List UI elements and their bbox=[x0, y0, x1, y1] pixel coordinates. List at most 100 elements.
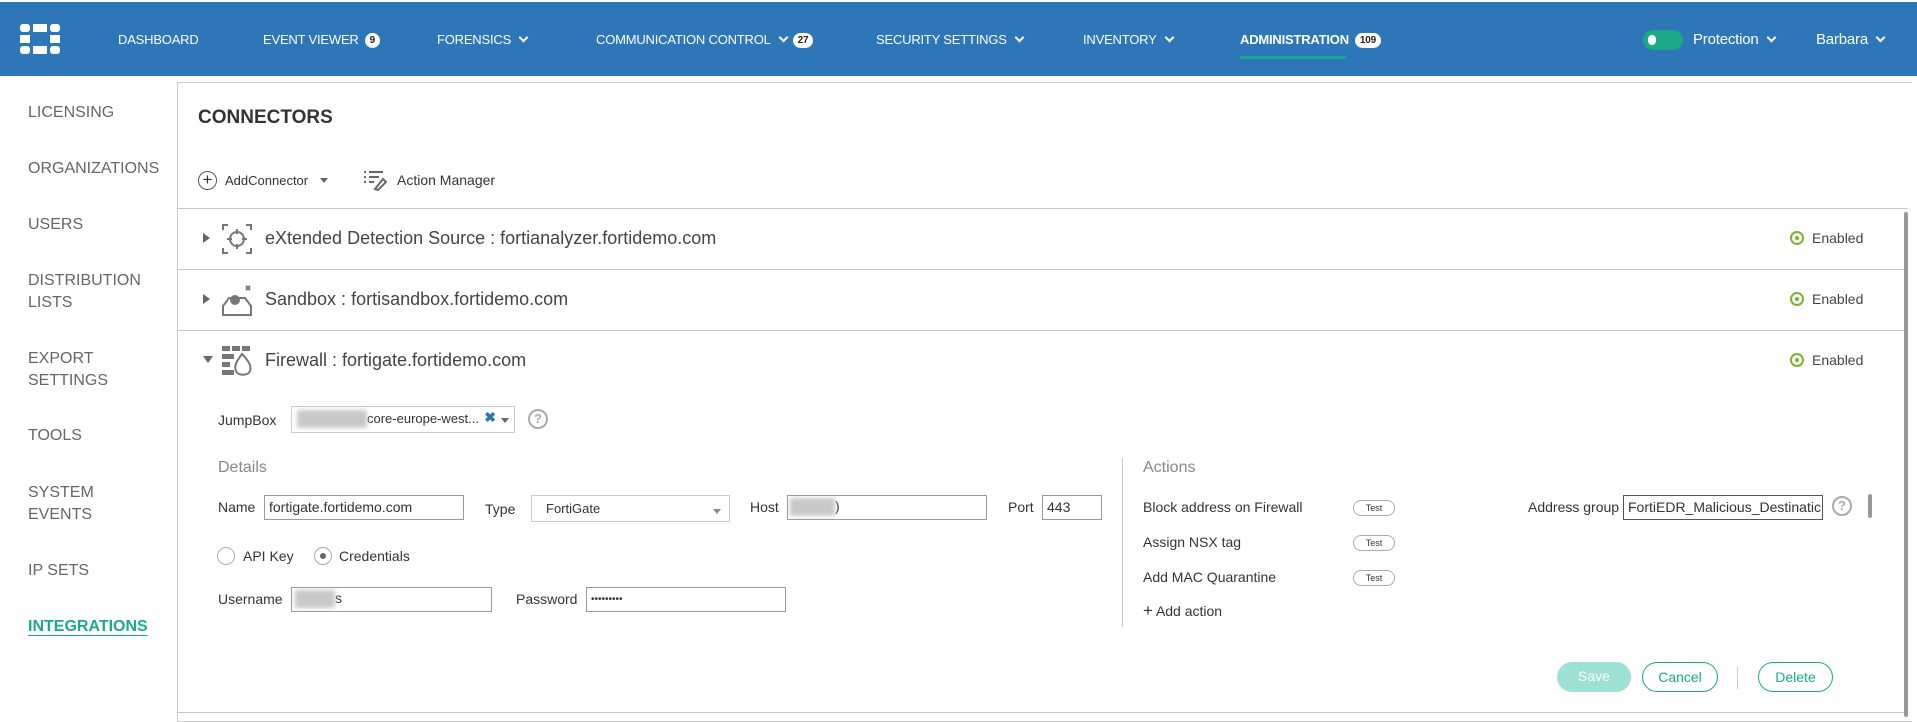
jumpbox-value: core-europe-west... bbox=[367, 411, 479, 426]
name-input[interactable]: fortigate.fortidemo.com bbox=[264, 495, 464, 520]
expand-arrow-icon[interactable] bbox=[203, 233, 210, 243]
connector-title[interactable]: Sandbox : fortisandbox.fortidemo.com bbox=[265, 289, 568, 310]
test-button[interactable]: Test bbox=[1353, 570, 1395, 586]
username-value: s bbox=[335, 590, 342, 606]
connector-title[interactable]: eXtended Detection Source : fortianalyze… bbox=[265, 228, 716, 249]
nav-dashboard[interactable]: DASHBOARD bbox=[118, 32, 199, 47]
chevron-down-icon bbox=[518, 32, 529, 43]
username-input[interactable]: s bbox=[291, 587, 492, 612]
nav-inventory[interactable]: INVENTORY bbox=[1083, 32, 1175, 47]
user-menu[interactable]: Barbara bbox=[1816, 31, 1886, 48]
nav-label: DASHBOARD bbox=[118, 32, 199, 47]
count-badge: 27 bbox=[792, 33, 814, 48]
api-key-radio[interactable] bbox=[217, 547, 235, 565]
protection-label: Protection bbox=[1693, 31, 1759, 48]
expand-arrow-icon[interactable] bbox=[203, 294, 210, 304]
add-connector-button[interactable]: + AddConnector bbox=[198, 171, 329, 190]
chevron-down-icon bbox=[1875, 32, 1886, 43]
sidebar-item-integrations[interactable]: INTEGRATIONS bbox=[28, 616, 148, 638]
status-enabled: Enabled bbox=[1790, 291, 1863, 307]
sidebar-item-system-events[interactable]: SYSTEM EVENTS bbox=[28, 482, 118, 526]
top-nav: DASHBOARD EVENT VIEWER 9 FORENSICS COMMUN… bbox=[0, 2, 1917, 76]
firewall-icon bbox=[222, 346, 252, 376]
caret-down-icon bbox=[320, 178, 329, 183]
host-input[interactable]: ) bbox=[787, 495, 987, 520]
protection-menu[interactable]: Protection bbox=[1693, 31, 1776, 48]
nav-security-settings[interactable]: SECURITY SETTINGS bbox=[876, 32, 1025, 47]
address-group-label: Address group bbox=[1528, 499, 1620, 515]
type-value: FortiGate bbox=[546, 501, 601, 516]
action-label: Block address on Firewall bbox=[1143, 499, 1303, 515]
scrollbar[interactable] bbox=[1904, 212, 1908, 717]
fortinet-logo-icon[interactable] bbox=[20, 24, 60, 54]
status-label: Enabled bbox=[1812, 352, 1864, 368]
protection-toggle[interactable] bbox=[1643, 30, 1683, 50]
password-label: Password bbox=[516, 591, 578, 607]
status-dot-icon bbox=[1790, 231, 1804, 245]
action-manager-label: Action Manager bbox=[397, 172, 496, 188]
host-label: Host bbox=[750, 499, 779, 515]
add-action-label: Add action bbox=[1155, 603, 1223, 619]
name-label: Name bbox=[218, 499, 256, 515]
chevron-down-icon bbox=[1766, 32, 1776, 43]
sandbox-icon bbox=[222, 285, 252, 316]
type-select[interactable]: FortiGate bbox=[531, 495, 730, 522]
user-name: Barbara bbox=[1816, 31, 1868, 48]
chevron-down-icon bbox=[778, 32, 789, 43]
nav-label: ADMINISTRATION bbox=[1240, 32, 1349, 47]
status-dot-icon bbox=[1790, 353, 1804, 367]
delete-button[interactable]: Delete bbox=[1758, 662, 1833, 692]
sidebar-item-ip-sets[interactable]: IP SETS bbox=[28, 560, 89, 582]
details-heading: Details bbox=[218, 459, 267, 476]
jumpbox-select[interactable]: core-europe-west... ✖ bbox=[291, 406, 515, 433]
collapse-arrow-icon[interactable] bbox=[203, 356, 213, 363]
action-label: Assign NSX tag bbox=[1143, 534, 1242, 550]
api-key-label: API Key bbox=[243, 548, 294, 564]
redacted bbox=[297, 410, 367, 429]
nav-label: INVENTORY bbox=[1083, 32, 1157, 47]
status-label: Enabled bbox=[1812, 230, 1864, 246]
help-icon[interactable]: ? bbox=[528, 409, 548, 429]
connector-title[interactable]: Firewall : fortigate.fortidemo.com bbox=[265, 350, 526, 371]
nav-label: FORENSICS bbox=[437, 32, 512, 47]
status-enabled: Enabled bbox=[1790, 352, 1863, 368]
redacted bbox=[790, 498, 835, 517]
chevron-down-icon bbox=[1164, 32, 1175, 43]
inner-scrollbar[interactable] bbox=[1868, 494, 1872, 518]
test-button[interactable]: Test bbox=[1353, 500, 1395, 516]
nav-administration[interactable]: ADMINISTRATION 109 bbox=[1240, 32, 1381, 48]
section-divider bbox=[1122, 458, 1123, 627]
sidebar-item-export-settings[interactable]: EXPORT SETTINGS bbox=[28, 348, 128, 392]
address-group-input[interactable]: FortiEDR_Malicious_Destinatic bbox=[1623, 495, 1823, 520]
sidebar-item-tools[interactable]: TOOLS bbox=[28, 425, 82, 447]
sidebar-item-users[interactable]: USERS bbox=[28, 214, 83, 236]
action-manager-button[interactable]: Action Manager bbox=[363, 169, 495, 191]
help-icon[interactable]: ? bbox=[1832, 496, 1852, 516]
jumpbox-label: JumpBox bbox=[218, 412, 277, 428]
sidebar-item-licensing[interactable]: LICENSING bbox=[28, 102, 114, 124]
cancel-button[interactable]: Cancel bbox=[1642, 662, 1718, 692]
sidebar-item-organizations[interactable]: ORGANIZATIONS bbox=[28, 158, 159, 180]
action-label: Add MAC Quarantine bbox=[1143, 569, 1277, 585]
password-input[interactable]: ••••••••• bbox=[586, 587, 786, 612]
nav-label: EVENT VIEWER bbox=[263, 32, 359, 47]
status-dot-icon bbox=[1790, 292, 1804, 306]
actions-heading: Actions bbox=[1143, 459, 1196, 476]
test-button[interactable]: Test bbox=[1353, 535, 1395, 551]
username-label: Username bbox=[218, 591, 283, 607]
save-button[interactable]: Save bbox=[1557, 662, 1631, 692]
status-label: Enabled bbox=[1812, 291, 1864, 307]
add-action-button[interactable]: + Add action bbox=[1143, 601, 1222, 621]
port-input[interactable]: 443 bbox=[1042, 495, 1102, 520]
nav-label: COMMUNICATION CONTROL bbox=[596, 32, 771, 47]
type-label: Type bbox=[485, 501, 516, 517]
nav-forensics[interactable]: FORENSICS bbox=[437, 32, 529, 47]
credentials-radio[interactable] bbox=[314, 547, 332, 565]
crosshair-icon bbox=[222, 224, 252, 254]
clear-x-icon[interactable]: ✖ bbox=[484, 409, 496, 426]
nav-event-viewer[interactable]: EVENT VIEWER 9 bbox=[263, 32, 380, 48]
chevron-down-icon bbox=[1014, 32, 1025, 43]
host-value: ) bbox=[835, 498, 840, 514]
sidebar-item-distribution-lists[interactable]: DISTRIBUTION LISTS bbox=[28, 270, 158, 314]
nav-communication-control[interactable]: COMMUNICATION CONTROL 27 bbox=[596, 32, 814, 48]
